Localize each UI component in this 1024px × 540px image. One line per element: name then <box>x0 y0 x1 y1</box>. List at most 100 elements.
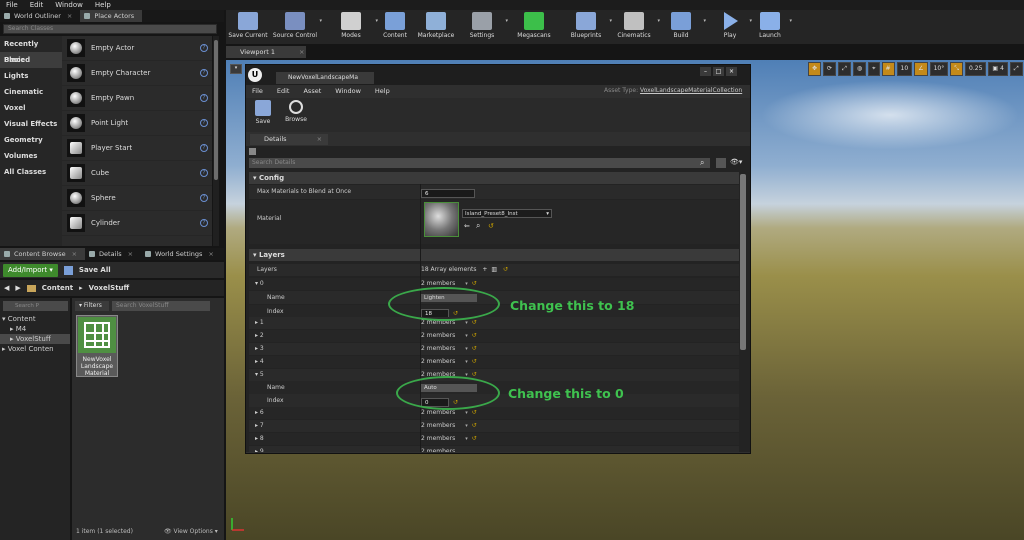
asset-search-input[interactable]: Search VoxelStuff <box>112 301 210 311</box>
actor-item[interactable]: Point Light? <box>62 111 212 136</box>
add-import-button[interactable]: Add/Import ▾ <box>3 263 58 277</box>
layer-element-5[interactable]: ▾ 5 2 members ▾ ↺ <box>249 369 739 381</box>
view-options-button[interactable]: 👁 View Options ▾ <box>164 528 218 535</box>
category-lights[interactable]: Lights <box>0 68 62 84</box>
asset-type-link[interactable]: VoxelLandscapeMaterialCollection <box>640 87 742 94</box>
category-basic[interactable]: Basic <box>0 52 62 68</box>
search-classes-input[interactable]: Search Classes <box>3 24 217 34</box>
reset-to-default-icon[interactable]: ↺ <box>488 222 494 230</box>
lock-icon[interactable] <box>249 148 256 155</box>
forward-arrow-icon[interactable]: ▶ <box>15 284 20 292</box>
reset-to-default-icon[interactable]: ↺ <box>472 371 477 378</box>
breadcrumb-content[interactable]: Content <box>42 284 73 292</box>
chevron-down-icon[interactable]: ▾ <box>465 320 468 326</box>
layer-element-2[interactable]: ▸ 2 2 members ▾ ↺ <box>249 330 739 342</box>
layer-element-8[interactable]: ▸ 8 2 members ▾ ↺ <box>249 433 739 445</box>
maximize-icon[interactable]: □ <box>713 67 724 76</box>
actor-item[interactable]: Empty Actor? <box>62 36 212 61</box>
browse-magnifier-icon[interactable]: ⌕ <box>476 221 480 231</box>
back-arrow-icon[interactable]: ◀ <box>4 284 9 292</box>
search-details-input[interactable]: Search Details <box>249 158 710 168</box>
help-icon[interactable]: ? <box>200 194 208 202</box>
tree-item-voxelstuff[interactable]: ▸ VoxelStuff <box>0 334 70 344</box>
editor-browse-button[interactable]: Browse <box>282 98 310 132</box>
tree-item-m4[interactable]: ▸ M4 <box>0 324 70 334</box>
chevron-down-icon[interactable]: ▾ <box>789 18 792 24</box>
editor-asset-tab[interactable]: NewVoxelLandscapeMa <box>276 72 374 84</box>
folder-search-input[interactable]: Search P <box>3 301 68 311</box>
actor-list-scrollbar[interactable] <box>213 36 219 246</box>
menu-file[interactable]: File <box>6 0 18 10</box>
close-icon[interactable]: × <box>208 250 213 258</box>
scale-snap-toggle[interactable]: ⤡ <box>950 62 964 76</box>
menu-edit[interactable]: Edit <box>30 0 44 10</box>
scale-mode-icon[interactable]: ⤢ <box>838 62 851 76</box>
surface-snap-icon[interactable]: ⌖ <box>868 62 880 76</box>
help-icon[interactable]: ? <box>200 219 208 227</box>
maximize-viewport-icon[interactable]: ⤢ <box>1009 62 1023 76</box>
close-icon[interactable]: × <box>317 135 322 143</box>
material-thumbnail[interactable] <box>424 202 459 237</box>
chevron-down-icon[interactable]: ▾ <box>505 18 508 24</box>
help-icon[interactable]: ? <box>200 94 208 102</box>
menu-window[interactable]: Window <box>55 0 83 10</box>
chevron-down-icon[interactable]: ▾ <box>465 423 468 429</box>
reset-to-default-icon[interactable]: ↺ <box>472 358 477 365</box>
megascans-button[interactable]: Megascans <box>510 10 558 44</box>
close-icon[interactable]: × <box>67 12 72 20</box>
max-materials-spinbox[interactable]: 6 <box>421 189 475 198</box>
material-dropdown[interactable]: Island_Preset8_Inst ▾ <box>462 209 552 218</box>
grid-snap-value[interactable]: 10 <box>896 62 913 76</box>
layer-element-9[interactable]: ▸ 9 2 members <box>249 446 739 452</box>
category-all-classes[interactable]: All Classes <box>0 164 62 180</box>
layer-element-6[interactable]: ▸ 6 2 members ▾ ↺ <box>249 407 739 419</box>
tab-content-browser[interactable]: Content Browse × <box>0 248 86 260</box>
help-icon[interactable]: ? <box>200 144 208 152</box>
reset-to-default-icon[interactable]: ↺ <box>472 319 477 326</box>
scale-snap-value[interactable]: 0.25 <box>965 62 987 76</box>
help-icon[interactable]: ? <box>200 119 208 127</box>
layer-element-7[interactable]: ▸ 7 2 members ▾ ↺ <box>249 420 739 432</box>
rotation-snap-value[interactable]: 10° <box>929 62 949 76</box>
cinematics-button[interactable]: Cinematics ▾ <box>610 10 660 44</box>
settings-button[interactable]: Settings ▾ <box>458 10 508 44</box>
editor-menu-help[interactable]: Help <box>375 86 390 96</box>
layer-element-0[interactable]: ▾ 0 2 members ▾ ↺ <box>249 278 739 290</box>
use-selected-arrow-icon[interactable]: ⇐ <box>464 222 470 230</box>
viewport-tab[interactable]: Viewport 1 × <box>226 46 306 58</box>
tab-world-outliner[interactable]: World Outliner × <box>0 10 80 22</box>
editor-menu-asset[interactable]: Asset <box>303 86 321 96</box>
actor-item[interactable]: Cylinder? <box>62 211 212 236</box>
reset-to-default-icon[interactable]: ↺ <box>472 422 477 429</box>
save-all-button[interactable]: Save All <box>79 266 111 274</box>
trash-icon[interactable]: ▥ <box>491 266 497 273</box>
editor-menu-file[interactable]: File <box>252 86 263 96</box>
source-control-button[interactable]: Source Control ▾ <box>270 10 322 44</box>
property-matrix-icon[interactable] <box>716 158 726 168</box>
category-geometry[interactable]: Geometry <box>0 132 62 148</box>
chevron-down-icon[interactable]: ▾ <box>465 281 468 287</box>
blueprints-button[interactable]: Blueprints ▾ <box>562 10 612 44</box>
actor-item[interactable]: Empty Pawn? <box>62 86 212 111</box>
add-element-icon[interactable]: + <box>482 266 487 273</box>
category-volumes[interactable]: Volumes <box>0 148 62 164</box>
tree-item-voxel-content[interactable]: ▸ Voxel Conten <box>0 344 70 354</box>
close-icon[interactable]: × <box>128 250 133 258</box>
chevron-down-icon[interactable]: ▾ <box>465 359 468 365</box>
tab-place-actors[interactable]: Place Actors <box>80 10 143 22</box>
chevron-down-icon[interactable]: ▾ <box>465 436 468 442</box>
actor-item[interactable]: Empty Character? <box>62 61 212 86</box>
config-category[interactable]: ▾ Config <box>249 172 739 184</box>
editor-save-button[interactable]: Save <box>252 98 274 132</box>
grid-asset-icon[interactable] <box>78 317 116 353</box>
modes-button[interactable]: Modes ▾ <box>326 10 378 44</box>
category-voxel[interactable]: Voxel <box>0 100 62 116</box>
reset-to-default-icon[interactable]: ↺ <box>472 345 477 352</box>
chevron-down-icon[interactable]: ▾ <box>319 18 322 24</box>
reset-to-default-icon[interactable]: ↺ <box>503 266 508 273</box>
reset-to-default-icon[interactable]: ↺ <box>472 280 477 287</box>
reset-to-default-icon[interactable]: ↺ <box>472 332 477 339</box>
reset-to-default-icon[interactable]: ↺ <box>472 409 477 416</box>
category-visual-effects[interactable]: Visual Effects <box>0 116 62 132</box>
filters-button[interactable]: ▾ Filters <box>75 301 109 311</box>
